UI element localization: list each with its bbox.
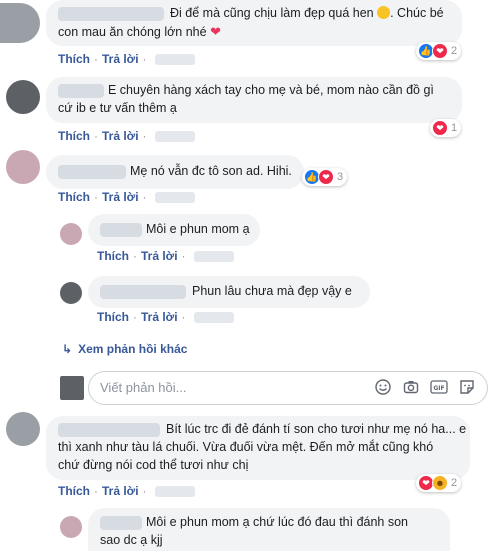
comment-actions: Thích · Trả lời · [58, 190, 195, 204]
comment-text: Môi e phun mom ạ [146, 222, 250, 236]
like-link[interactable]: Thích [58, 484, 90, 498]
love-icon: ❤ [432, 120, 448, 136]
emoji-icon[interactable] [374, 378, 392, 396]
comment-text: cứ ib e tư vấn thêm ạ [58, 101, 177, 115]
reply-input-placeholder: Viết phản hồi... [100, 380, 187, 395]
comment-text: chứ đừng nói cod thể tươi như chị [58, 458, 249, 472]
love-icon: ❤ [318, 169, 334, 185]
reply-link[interactable]: Trả lời [141, 249, 178, 263]
reaction-count: 1 [451, 122, 458, 134]
haha-icon: ☻ [432, 475, 448, 491]
avatar[interactable] [0, 3, 40, 43]
comment-text: E chuyên hàng xách tay cho mẹ và bé, mom… [108, 83, 434, 97]
timestamp[interactable] [193, 312, 234, 324]
reply-link[interactable]: Trả lời [102, 129, 139, 143]
comment-text: Môi e phun mom ạ chứ lúc đó đau thì đánh… [146, 515, 408, 529]
reply-arrow-icon: ↳ [62, 342, 73, 356]
comment-text: Mẹ nó vẫn đc tô son ad. Hihi. [130, 164, 292, 178]
comment-author[interactable] [58, 165, 126, 179]
reply-link[interactable]: Trả lời [102, 484, 139, 498]
comment-author[interactable] [58, 84, 104, 98]
heart-emoji-icon: ❤ [210, 24, 221, 39]
reply-link[interactable]: Trả lời [141, 310, 178, 324]
avatar[interactable] [60, 516, 82, 538]
like-link[interactable]: Thích [58, 190, 90, 204]
sticker-icon[interactable] [458, 378, 476, 396]
avatar[interactable] [6, 80, 40, 114]
like-link[interactable]: Thích [97, 310, 129, 324]
avatar[interactable] [60, 223, 82, 245]
reaction-count: 2 [451, 477, 458, 489]
camera-icon[interactable] [402, 378, 420, 396]
comment-text: sao dc ạ kjj [100, 533, 163, 547]
avatar [60, 376, 84, 400]
svg-text:GIF: GIF [433, 385, 444, 392]
comment-text: con mau ăn chóng lớn nhé ❤ [58, 24, 221, 39]
like-link[interactable]: Thích [58, 129, 90, 143]
avatar[interactable] [6, 412, 40, 446]
timestamp[interactable] [154, 486, 195, 498]
timestamp[interactable] [154, 54, 195, 66]
like-link[interactable]: Thích [97, 249, 129, 263]
comment-author[interactable] [58, 7, 164, 21]
comment-author[interactable] [100, 223, 142, 237]
timestamp[interactable] [193, 251, 234, 263]
reaction-summary[interactable]: ❤ 1 [430, 119, 462, 137]
avatar[interactable] [60, 282, 82, 304]
comment-actions: Thích · Trả lời · [58, 129, 195, 143]
avatar[interactable] [6, 150, 40, 184]
reply-link[interactable]: Trả lời [102, 52, 139, 66]
like-link[interactable]: Thích [58, 52, 90, 66]
reaction-count: 2 [451, 45, 458, 57]
comment-author[interactable] [58, 423, 160, 437]
reaction-count: 3 [337, 171, 344, 183]
comment-text: Phun lâu chưa mà đẹp vậy e [192, 284, 352, 298]
timestamp[interactable] [154, 131, 195, 143]
reaction-summary[interactable]: ❤ ☻ 2 [416, 474, 462, 492]
gif-icon[interactable]: GIF [430, 378, 448, 396]
comment-actions: Thích · Trả lời · [97, 249, 234, 263]
see-more-replies-link[interactable]: ↳ Xem phản hồi khác [62, 342, 187, 356]
smile-emoji-icon [377, 6, 391, 19]
comment-author[interactable] [100, 516, 142, 530]
comment-actions: Thích · Trả lời · [58, 52, 195, 66]
reaction-summary[interactable]: 👍 ❤ 3 [302, 168, 348, 186]
comment-author[interactable] [100, 285, 186, 299]
reaction-summary[interactable]: 👍 ❤ 2 [416, 42, 462, 60]
comment-text: thì xanh như tàu lá chuối. Vừa đuối vừa … [58, 440, 434, 454]
love-icon: ❤ [432, 43, 448, 59]
comment-text: Đi để mà cũng chịu làm đẹp quá hen . Chú… [170, 6, 444, 20]
comment-text: Bít lúc trc đi đẻ đánh tí son cho tươi n… [166, 422, 467, 436]
comment-actions: Thích · Trả lời · [97, 310, 234, 324]
timestamp[interactable] [154, 192, 195, 204]
comment-actions: Thích · Trả lời · [58, 484, 195, 498]
reply-link[interactable]: Trả lời [102, 190, 139, 204]
